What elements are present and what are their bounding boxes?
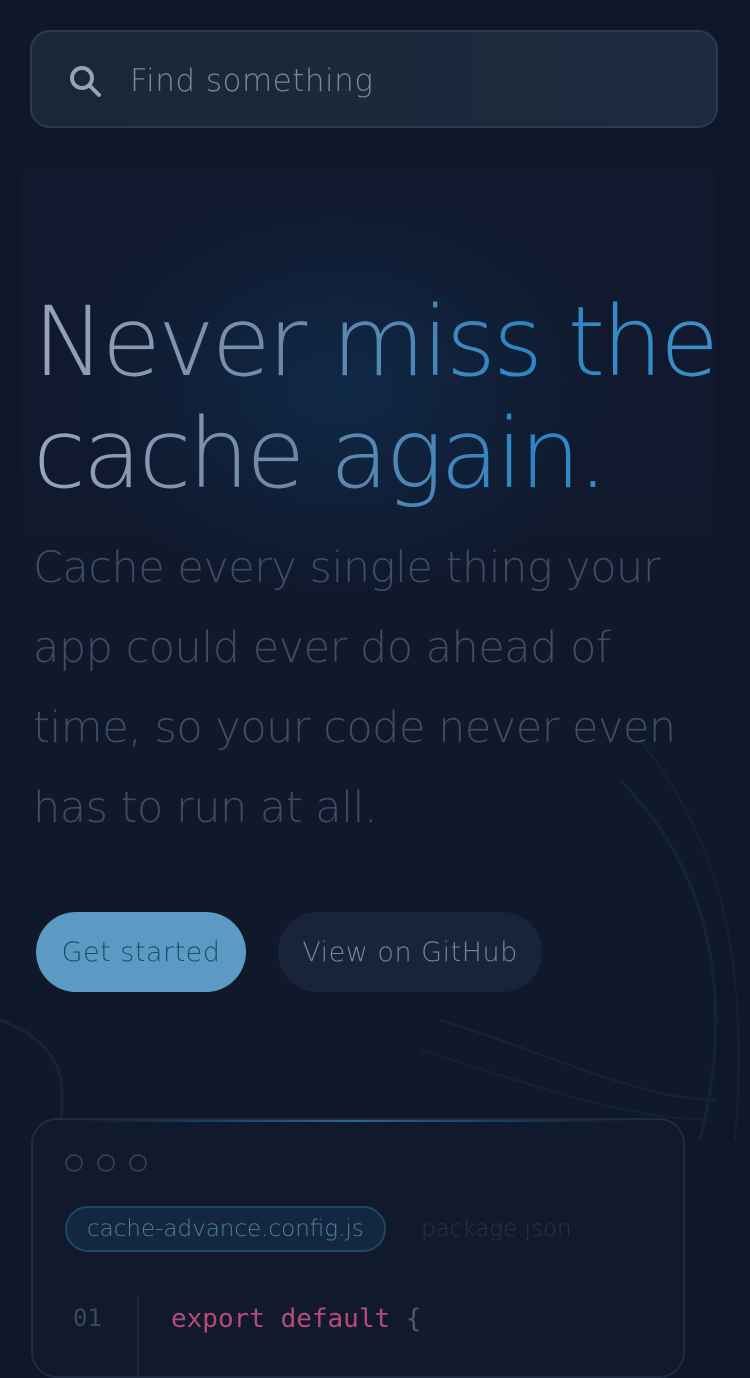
window-dot-minimize — [97, 1154, 115, 1172]
tab-cache-advance-config[interactable]: cache-advance.config.js — [65, 1206, 386, 1252]
get-started-button[interactable]: Get started — [36, 912, 246, 992]
code-line: export default { — [171, 1304, 421, 1334]
tab-package-json[interactable]: package.json — [401, 1206, 592, 1252]
code-gutter — [137, 1296, 139, 1376]
hero-title: Never miss the cache again. — [33, 286, 723, 510]
code-keyword: export default — [171, 1304, 391, 1334]
code-window: cache-advance.config.js package.json 01 … — [31, 1118, 685, 1378]
search-input[interactable] — [128, 52, 692, 110]
window-dot-maximize — [129, 1154, 147, 1172]
search-bar[interactable] — [30, 30, 718, 128]
window-dot-close — [65, 1154, 83, 1172]
line-number: 01 — [73, 1304, 102, 1332]
view-on-github-button[interactable]: View on GitHub — [278, 912, 542, 992]
code-window-highlight — [73, 1120, 633, 1122]
search-icon — [70, 66, 101, 97]
hero-subtitle: Cache every single thing your app could … — [33, 543, 676, 833]
code-punctuation: { — [405, 1304, 422, 1334]
